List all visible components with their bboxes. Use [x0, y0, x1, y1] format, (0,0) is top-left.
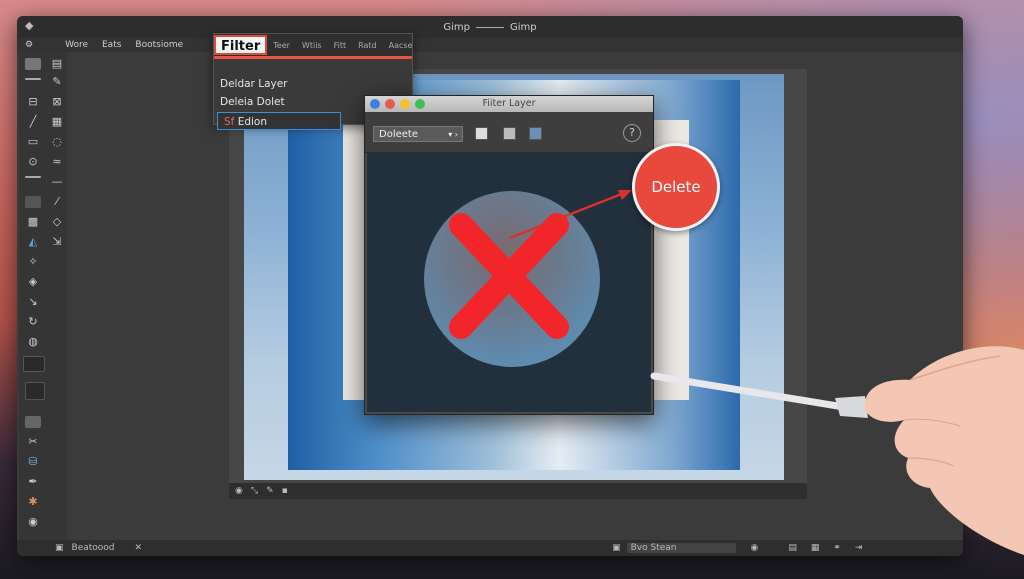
title-separator [476, 26, 504, 28]
tool-bucket-icon[interactable]: ⛁ [25, 456, 41, 468]
bottombar-left-label: Beatoood [71, 543, 115, 553]
tool-fg-color[interactable] [23, 356, 45, 372]
tool-zoom-icon[interactable]: ⊙ [25, 156, 41, 168]
menu-item-0[interactable]: Wore [65, 40, 88, 50]
tool-crop-icon[interactable]: ⊠ [49, 96, 65, 108]
tool-divider [25, 176, 41, 178]
dialog-title: Fiiter Layer [482, 98, 536, 109]
tool-align-icon[interactable]: ⊟ [25, 96, 41, 108]
tool-sep-icon[interactable]: — [49, 176, 65, 188]
hand-with-pen [650, 346, 1024, 555]
menu-item-edion-label: Edion [237, 116, 268, 128]
dialog-square-button[interactable] [475, 127, 488, 140]
app-icon: ◆ [25, 19, 34, 32]
tool-new-icon[interactable] [25, 58, 41, 70]
menubar-icon[interactable]: ⚙ [25, 40, 33, 50]
menu-item-delete-dolet[interactable]: Deleia Dolet [220, 96, 285, 108]
bottombar-icon[interactable]: ▣ [55, 543, 64, 553]
tool-pen-icon[interactable]: ✒ [25, 476, 41, 488]
tab-filter[interactable]: Filter [214, 35, 268, 55]
menu-tabs: Filter Teer Wtiis Fitt Ratd Aacse [214, 34, 412, 56]
window-title-left: Gimp [443, 21, 470, 33]
bottombar-close-icon[interactable]: ✕ [135, 543, 143, 553]
dialog-title-bar: Fiiter Layer [365, 96, 653, 112]
dialog-close-icon[interactable] [370, 99, 380, 109]
status-zoom-icon[interactable]: ◉ [235, 486, 243, 496]
tool-clone-icon[interactable]: ⁄ [49, 196, 65, 208]
tool-rotate-icon[interactable]: ↻ [25, 316, 41, 328]
tool-paint-icon[interactable]: ◇ [49, 216, 65, 228]
menu-item-1[interactable]: Eats [102, 40, 121, 50]
dialog-toolbar: Doleete ▾ › ? [365, 112, 653, 153]
tab-wtiis[interactable]: Wtiis [296, 41, 328, 50]
dialog-zoom-icon[interactable] [400, 99, 410, 109]
tool-dodge-icon[interactable]: ✧ [25, 256, 41, 268]
dialog-image-button[interactable] [503, 127, 516, 140]
tool-shape-icon[interactable]: ▩ [25, 216, 41, 228]
tool-swatch[interactable] [25, 382, 45, 400]
tool-rect-icon[interactable]: ▭ [25, 136, 41, 148]
tool-doc-icon[interactable]: ▤ [49, 58, 65, 70]
tool-pencil-icon[interactable]: ╱ [25, 116, 41, 128]
tab-fitt[interactable]: Fitt [328, 41, 353, 50]
toolbox: ▤ ✎ ⊟ ⊠ ╱ ▦ ▭ ◌ ⊙ ≈ — ⁄ ▩ ◇ ◭ ⇲ ✧ ◈ ↘ ↻ … [19, 52, 67, 542]
tool-layer-icon[interactable] [25, 196, 41, 208]
tool-smudge-icon[interactable]: ≈ [49, 156, 65, 168]
tool-scissors-icon[interactable]: ✂ [25, 436, 41, 448]
dialog-link-button[interactable] [529, 127, 542, 140]
status-fit-icon[interactable]: ⤡ [251, 486, 258, 496]
dialog-preview [367, 153, 651, 412]
tool-fx-icon[interactable]: ✱ [25, 496, 41, 508]
delete-mode-value: Doleete [379, 129, 418, 140]
menu-item-2[interactable]: Bootsiome [135, 40, 183, 50]
tab-aacse[interactable]: Aacse [383, 41, 419, 50]
tab-ratd[interactable]: Ratd [352, 41, 383, 50]
chevron-down-icon: ▾ › [448, 130, 458, 139]
bottombar-mid-icon[interactable]: ▣ [612, 543, 621, 553]
tool-eraser-icon[interactable]: ◈ [25, 276, 41, 288]
tool-measure-icon[interactable]: ↘ [25, 296, 41, 308]
tool-view-icon[interactable]: ◉ [25, 516, 41, 528]
status-pin-icon[interactable]: ✎ [266, 486, 274, 496]
menu-active-indicator [214, 56, 412, 59]
tool-lasso-icon[interactable]: ◌ [49, 136, 65, 148]
filter-layer-dialog: Fiiter Layer Doleete ▾ › ? [364, 95, 654, 415]
tool-blend-icon[interactable]: ◭ [25, 236, 41, 248]
delete-x-icon [449, 213, 569, 339]
tool-sphere-icon[interactable]: ◍ [25, 336, 41, 348]
tool-image-icon[interactable]: ▦ [49, 116, 65, 128]
window-title-right: Gimp [510, 21, 537, 33]
tool-preset-icon[interactable] [25, 416, 41, 428]
tool-heal-icon[interactable]: ⇲ [49, 236, 65, 248]
delete-mode-select[interactable]: Doleete ▾ › [373, 126, 463, 142]
dialog-fullscreen-icon[interactable] [415, 99, 425, 109]
menu-item-prefix: Sf [224, 116, 235, 128]
delete-callout-button[interactable]: Delete [632, 143, 720, 231]
menu-bar: ⚙ Wore Eats Bootsiome [17, 38, 963, 52]
help-icon[interactable]: ? [623, 124, 641, 142]
menu-item-edion[interactable]: Sf Edion [217, 112, 341, 130]
title-bar: ◆ Gimp Gimp [17, 16, 963, 38]
menu-item-delete-layer[interactable]: Deldar Layer [220, 78, 288, 90]
status-nav-icon[interactable]: ▪ [282, 486, 288, 496]
tab-teer[interactable]: Teer [267, 41, 296, 50]
tool-brush-icon[interactable]: ✎ [49, 76, 65, 88]
dialog-minimize-icon[interactable] [385, 99, 395, 109]
tool-line-icon[interactable] [25, 78, 41, 80]
